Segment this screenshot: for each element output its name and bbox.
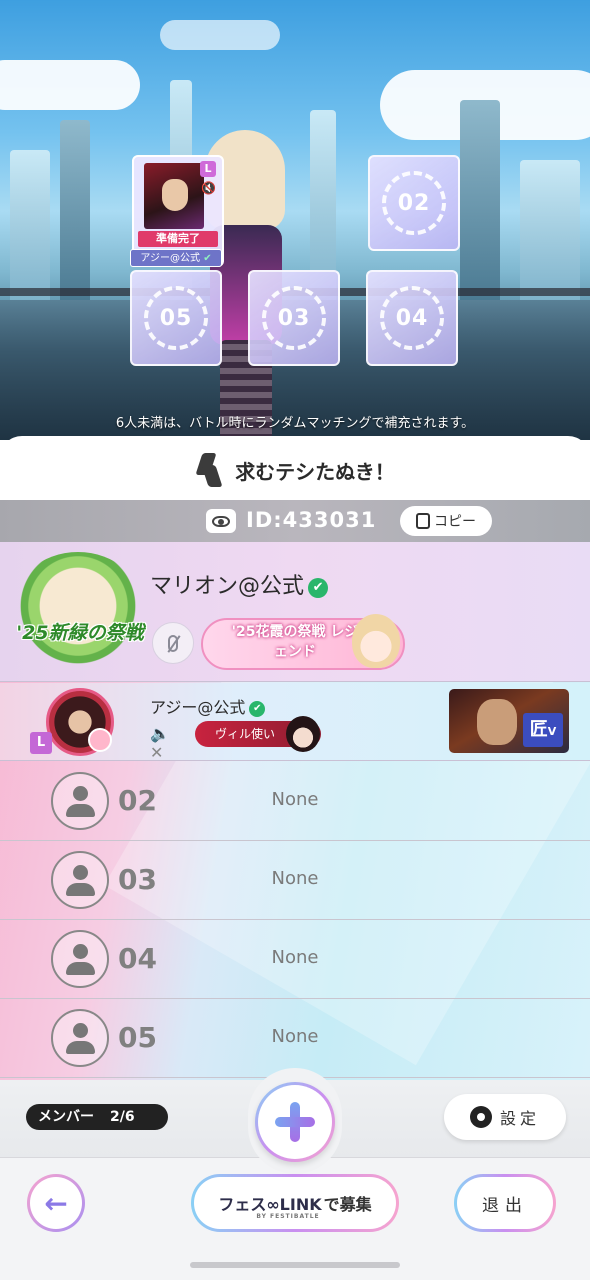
team-slot-02[interactable]: 02 <box>368 155 460 251</box>
room-id-bar: ID:433031 コピー <box>0 500 590 542</box>
slot-ready-status: 準備完了 <box>138 231 218 247</box>
slot-level-badge: L <box>200 161 216 177</box>
slot-number: 04 <box>395 305 429 331</box>
event-wreath-badge <box>10 552 146 672</box>
team-slot-04[interactable]: 04 <box>366 270 458 366</box>
cloud <box>160 20 280 50</box>
cloud <box>0 60 140 110</box>
level-badge: L <box>30 732 52 754</box>
plus-icon <box>275 1102 315 1142</box>
mic-muted-icon <box>168 634 178 652</box>
slot-number: 05 <box>159 305 193 331</box>
empty-member-name: None <box>271 868 319 889</box>
gear-icon <box>469 1106 492 1128</box>
fes-link-logo: フェス∞LINK BY FESTIBATLE <box>218 1195 322 1220</box>
flower-icon <box>88 728 112 752</box>
copy-id-button[interactable]: コピー <box>400 506 492 536</box>
building <box>60 120 90 300</box>
back-button[interactable]: ← <box>27 1174 85 1232</box>
festibatle-logo-icon <box>195 453 225 487</box>
verified-icon: ✔ <box>249 701 266 717</box>
settings-button[interactable]: 設定 <box>444 1094 566 1140</box>
eye-icon <box>212 515 230 527</box>
rank-icon: 匠V <box>523 713 563 747</box>
empty-member-name: None <box>271 789 319 810</box>
member-name: アジー@公式 ✔ <box>150 694 266 718</box>
member-character-card[interactable]: 匠V <box>449 689 569 753</box>
empty-member-name: None <box>271 1026 319 1047</box>
recruit-label: で募集 <box>323 1195 372 1214</box>
room-id: ID:433031 <box>246 508 377 532</box>
room-title-bar: 求むテシたぬき！ <box>0 440 590 500</box>
tag-chibi-icon <box>286 716 320 752</box>
add-member-button[interactable] <box>255 1082 335 1162</box>
speaker-muted-icon: 🔇 <box>201 181 216 195</box>
members-count: 2/6 <box>110 1109 135 1125</box>
slot-player-name: アジー@公式 ✔ <box>130 249 222 267</box>
slot-portrait <box>144 163 204 229</box>
members-label: メンバー <box>38 1109 94 1125</box>
arrow-left-icon: ← <box>44 1186 68 1220</box>
event-badge-text: '25新緑の祭戦 <box>16 622 144 644</box>
fes-link-sublogo: BY FESTIBATLE <box>256 1213 320 1220</box>
visibility-toggle[interactable] <box>206 509 236 533</box>
empty-member-name: None <box>271 947 319 968</box>
slot-number: 02 <box>397 190 431 216</box>
verified-icon: ✔ <box>308 578 329 598</box>
title-chibi-icon <box>352 614 400 668</box>
lobby-scene: L 🔇 準備完了 アジー@公式 ✔ 02 05 03 04 6人未満は、バトル時… <box>0 0 590 440</box>
host-name: マリオン@公式 ✔ <box>150 568 329 600</box>
copy-icon <box>412 510 430 529</box>
slot-number: 03 <box>277 305 311 331</box>
recruit-link-button[interactable]: フェス∞LINK BY FESTIBATLE で募集 <box>191 1174 399 1232</box>
settings-label: 設定 <box>499 1109 540 1128</box>
room-title: 求むテシたぬき！ <box>235 459 395 484</box>
copy-label: コピー <box>434 513 476 529</box>
team-slot-03[interactable]: 05 <box>130 270 222 366</box>
member-count-badge: メンバー 2/6 <box>26 1104 168 1130</box>
speaker-muted-icon[interactable]: 🔈✕ <box>150 724 180 762</box>
building <box>10 150 50 300</box>
exit-label: 退出 <box>482 1195 528 1216</box>
building <box>520 160 580 300</box>
mic-toggle-button[interactable] <box>152 622 194 664</box>
exit-button[interactable]: 退出 <box>454 1174 556 1232</box>
title-badge-text: '25花霞の祭戦 レジェンド <box>231 624 359 660</box>
home-indicator <box>190 1262 400 1268</box>
team-slot-01[interactable]: L 🔇 準備完了 アジー@公式 ✔ <box>130 155 224 267</box>
team-slot-05[interactable]: 03 <box>248 270 340 366</box>
building <box>460 100 500 300</box>
matching-notice: 6人未満は、バトル時にランダムマッチングで補充されます。 <box>115 416 475 431</box>
